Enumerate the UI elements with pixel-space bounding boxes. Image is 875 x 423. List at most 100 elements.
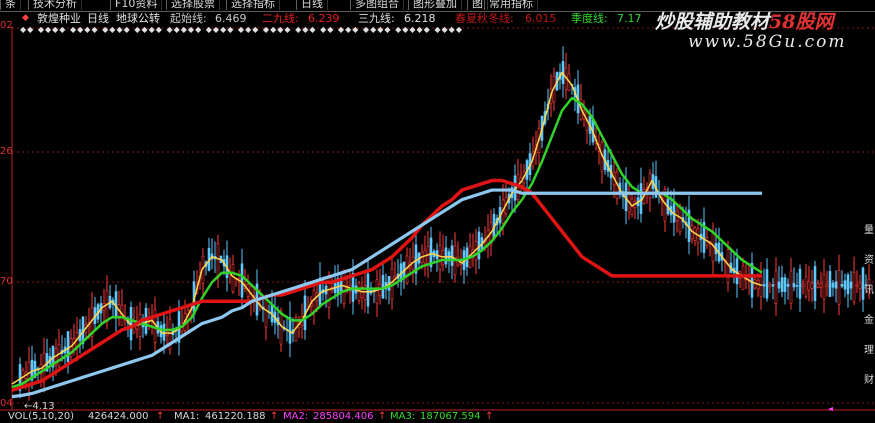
candle-body bbox=[849, 281, 853, 289]
candle-body bbox=[855, 284, 859, 287]
candle-body bbox=[768, 284, 772, 287]
vol-value: 426424.000 bbox=[88, 411, 149, 422]
period-label[interactable]: 日线 bbox=[87, 11, 109, 26]
candle-body bbox=[231, 264, 235, 293]
right-side-char-3[interactable]: 金 bbox=[864, 315, 875, 327]
right-side-char-0[interactable]: 量 bbox=[864, 225, 875, 237]
candle-body bbox=[450, 245, 454, 266]
candle-body bbox=[366, 273, 370, 307]
toolbar-button-2[interactable]: F10资料 bbox=[110, 0, 163, 10]
candle-body bbox=[750, 263, 754, 298]
candle-body bbox=[828, 271, 832, 297]
line3-label: 三九线: bbox=[358, 12, 395, 25]
y-axis-label-70: 70 bbox=[0, 276, 13, 287]
candle-body bbox=[375, 279, 379, 304]
hidden-line-value: 6.015 bbox=[525, 12, 557, 25]
volume-indicator-row: VOL(5,10,20) 426424.000 ↑ MA1: 461220.18… bbox=[0, 410, 875, 423]
candle-body bbox=[840, 283, 844, 287]
candle-body bbox=[105, 290, 109, 322]
candle-body bbox=[843, 280, 847, 290]
candle-body bbox=[807, 281, 811, 291]
stock-name[interactable]: 敦煌种业 bbox=[37, 11, 81, 26]
right-side-char-5[interactable]: 财 bbox=[864, 375, 875, 387]
start-line-label: 起始线: bbox=[170, 12, 207, 25]
ma2-label: MA2: bbox=[283, 411, 309, 422]
candle-body bbox=[762, 284, 766, 287]
indicator-title[interactable]: 地球公转 bbox=[116, 11, 160, 26]
line4-label: 季度线: bbox=[571, 12, 608, 25]
candle-body bbox=[792, 283, 796, 288]
candle-body bbox=[816, 283, 820, 288]
candle-body bbox=[441, 250, 445, 266]
candle-body bbox=[771, 284, 775, 287]
candle-body bbox=[438, 245, 442, 270]
toolbar-button-9[interactable]: 常用指标 bbox=[484, 0, 538, 10]
candle-body bbox=[780, 277, 784, 292]
hidden-line-label: 春夏秋冬线: bbox=[455, 12, 514, 25]
line4-value: 7.17 bbox=[617, 12, 642, 25]
candle-body bbox=[162, 323, 166, 341]
right-side-char-4[interactable]: 理 bbox=[864, 345, 875, 357]
candle-body bbox=[834, 281, 838, 289]
candle-body bbox=[825, 284, 829, 287]
line3-value: 6.218 bbox=[404, 12, 436, 25]
toolbar-button-5[interactable]: 日线 bbox=[296, 0, 328, 10]
candle-body bbox=[846, 274, 850, 295]
start-line-value: 6.469 bbox=[215, 12, 247, 25]
watermark-url: www.58Gu.com bbox=[688, 32, 847, 52]
toolbar-button-7[interactable]: 图形叠加 bbox=[408, 0, 462, 10]
toolbar-button-0[interactable]: 条 bbox=[0, 0, 21, 10]
candle-body bbox=[327, 275, 331, 308]
candle-body bbox=[426, 246, 430, 266]
y-axis-label-04: 04 bbox=[0, 398, 13, 409]
candle-body bbox=[786, 283, 790, 287]
watermark-brand: 炒股辅助教材58股网 bbox=[655, 7, 833, 34]
candle-body bbox=[801, 284, 805, 288]
candle-body bbox=[852, 271, 856, 303]
candle-body bbox=[138, 314, 142, 337]
candle-body bbox=[804, 276, 808, 297]
candle-body bbox=[264, 296, 268, 328]
candle-body bbox=[831, 282, 835, 288]
candle-body bbox=[798, 268, 802, 299]
signal-marks-row: ◆◆ ◆◆◆◆ ◆◆◆◆ ◆◆◆◆ ◆◆◆◆ ◆◆◆◆◆ ◆◆◆◆ ◆◆◆ ◆◆… bbox=[20, 25, 463, 34]
candle-body bbox=[735, 258, 739, 285]
toolbar-button-6[interactable]: 多图组合 bbox=[350, 0, 404, 10]
ma1-up-arrow-icon: ↑ bbox=[270, 411, 279, 422]
candle-body bbox=[678, 205, 682, 233]
toolbar-button-4[interactable]: 选择指标 bbox=[226, 0, 280, 10]
right-side-char-2[interactable]: 讯 bbox=[864, 285, 875, 297]
toolbar-button-3[interactable]: 选择股票 bbox=[166, 0, 220, 10]
candle-body bbox=[66, 331, 70, 363]
candle-body bbox=[813, 266, 817, 301]
candle-body bbox=[630, 198, 634, 215]
ma3-value: 187067.594 bbox=[420, 411, 481, 422]
period-marker-icon: ◆ bbox=[22, 13, 29, 23]
candle-body bbox=[759, 275, 763, 297]
price-chart[interactable] bbox=[0, 0, 875, 423]
ma1-label: MA1: bbox=[174, 411, 200, 422]
candle-body bbox=[837, 270, 841, 305]
vol-label[interactable]: VOL(5,10,20) bbox=[8, 410, 74, 423]
candle-body bbox=[822, 274, 826, 300]
ma3-up-arrow-icon: ↑ bbox=[485, 411, 494, 422]
candle-body bbox=[765, 269, 769, 299]
y-axis-label-26: 26 bbox=[0, 146, 13, 157]
candle-body bbox=[774, 270, 778, 304]
candle-body bbox=[819, 283, 823, 288]
right-side-panel: 量资讯金理财 bbox=[864, 225, 875, 405]
ma2-value: 285804.406 bbox=[313, 411, 374, 422]
y-axis-label-02: 02 bbox=[0, 20, 13, 31]
right-side-char-1[interactable]: 资 bbox=[864, 255, 875, 267]
ma1-value: 461220.188 bbox=[205, 411, 266, 422]
line2-label: 二九线: bbox=[262, 12, 299, 25]
candle-body bbox=[810, 282, 814, 289]
candle-body bbox=[795, 285, 799, 287]
candle-body bbox=[783, 277, 787, 292]
toolbar-button-1[interactable]: 技术分析 bbox=[28, 0, 82, 10]
watermark-suffix: 58股网 bbox=[769, 11, 834, 33]
watermark-prefix: 炒股辅助教材 bbox=[655, 11, 770, 33]
candle-body bbox=[858, 282, 862, 289]
candle-body bbox=[789, 270, 793, 304]
candle-body bbox=[288, 317, 292, 344]
